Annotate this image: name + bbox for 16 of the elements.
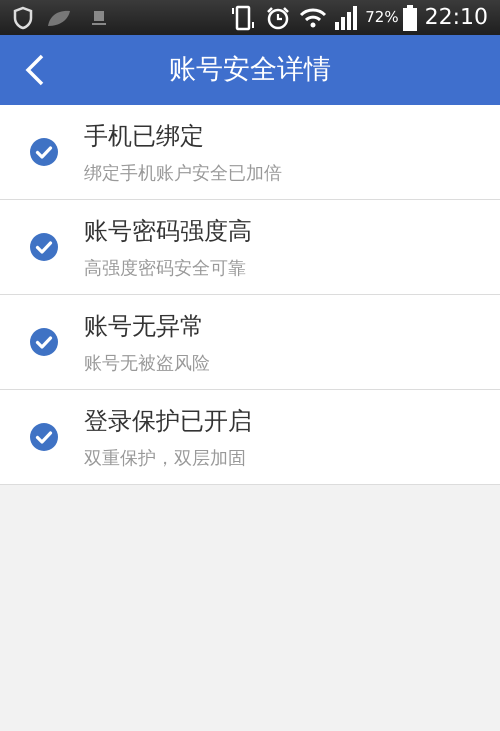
row-title: 登录保护已开启	[84, 406, 252, 436]
battery-percent: 72%	[365, 7, 399, 28]
page-title: 账号安全详情	[169, 52, 331, 87]
row-title: 账号无异常	[84, 310, 205, 342]
row-subtitle: 高强度密码安全可靠	[84, 256, 247, 280]
row-subtitle: 双重保护，双层加固	[84, 446, 247, 470]
row-title: 手机已绑定	[84, 120, 205, 152]
row-subtitle: 账号无被盗风险	[84, 352, 210, 376]
clock-time: 22:10	[424, 4, 488, 32]
alarm-clock-icon	[265, 4, 292, 30]
device-icon	[92, 10, 106, 26]
row-title: 账号密码强度高	[84, 216, 252, 246]
shield-icon	[12, 6, 34, 30]
wifi-icon	[299, 6, 328, 28]
battery-icon	[402, 4, 417, 30]
row-subtitle: 绑定手机账户安全已加倍	[84, 162, 282, 186]
